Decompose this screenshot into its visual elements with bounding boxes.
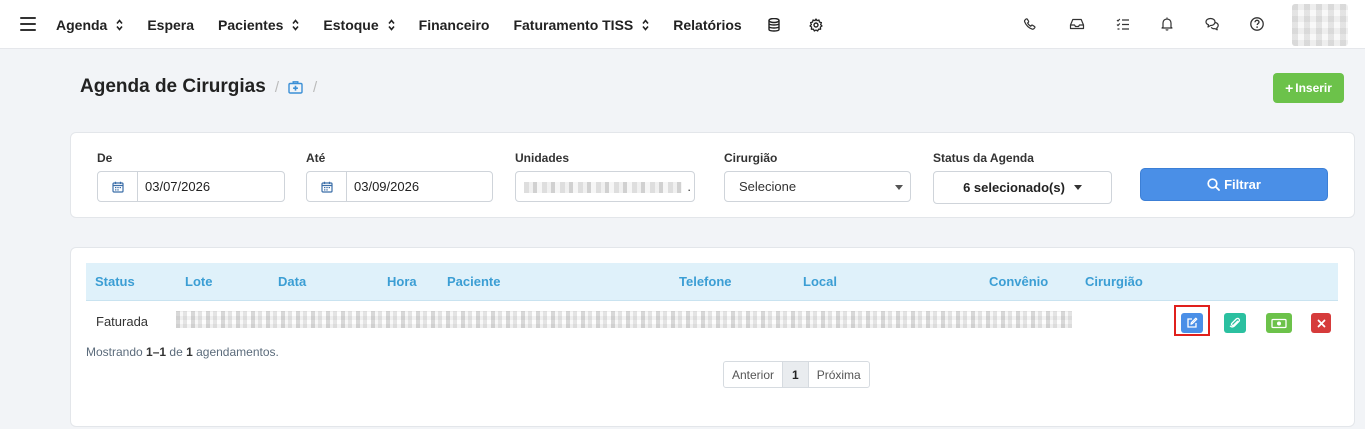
pager-next[interactable]: Próxima (809, 362, 869, 387)
help-icon[interactable] (1249, 16, 1265, 32)
nav-espera-label: Espera (147, 16, 195, 33)
ate-date-field[interactable]: 03/09/2026 (306, 171, 493, 202)
table-row[interactable]: Faturada (86, 302, 1338, 342)
search-icon (1207, 178, 1220, 191)
results-panel: Status Lote Data Hora Paciente Telefone … (70, 247, 1355, 427)
breadcrumb-separator: / (274, 78, 279, 96)
nav-relatorios-label: Relatórios (673, 16, 742, 33)
status-agenda-label: Status da Agenda (933, 151, 1034, 165)
summary-prefix: Mostrando (86, 345, 147, 359)
checklist-icon[interactable] (1115, 16, 1131, 32)
chevron-updown-icon (116, 18, 123, 31)
de-label: De (97, 151, 113, 165)
summary-suffix: agendamentos. (192, 345, 279, 359)
phone-icon[interactable] (1022, 16, 1038, 32)
close-icon[interactable] (1311, 313, 1331, 333)
col-hora[interactable]: Hora (387, 274, 417, 289)
nav-financeiro-label: Financeiro (418, 16, 490, 33)
de-date-field[interactable]: 03/07/2026 (97, 171, 285, 202)
col-local[interactable]: Local (803, 274, 837, 289)
pager-prev[interactable]: Anterior (724, 362, 782, 387)
col-status[interactable]: Status (95, 274, 135, 289)
inbox-icon[interactable] (1069, 16, 1085, 32)
redacted-row-data (176, 311, 1072, 328)
nav-financeiro[interactable]: Financeiro (419, 17, 490, 33)
filter-button[interactable]: Filtrar (1140, 168, 1328, 201)
cirurgiao-select-value: Selecione (739, 179, 797, 194)
unidades-field[interactable]: . (515, 171, 695, 202)
attach-icon[interactable] (1224, 313, 1246, 333)
col-paciente[interactable]: Paciente (447, 274, 500, 289)
nav-espera[interactable]: Espera (147, 17, 194, 33)
cirurgiao-select[interactable]: Selecione (724, 171, 911, 202)
col-telefone[interactable]: Telefone (679, 274, 732, 289)
table-header: Status Lote Data Hora Paciente Telefone … (86, 263, 1338, 301)
nav-agenda-label: Agenda (56, 16, 108, 33)
chevron-updown-icon (388, 18, 395, 31)
page-header: Agenda de Cirurgias / / (80, 76, 326, 98)
summary-range: 1–1 (146, 345, 167, 359)
top-navbar: Agenda Espera Pacientes Estoque Financei… (0, 0, 1365, 49)
nav-faturamento-tiss[interactable]: Faturamento TISS (513, 17, 649, 33)
money-icon[interactable] (1266, 313, 1292, 333)
hamburger-menu-icon[interactable] (20, 17, 36, 31)
edit-icon[interactable] (1181, 313, 1203, 333)
unidades-trailing: . (687, 179, 691, 194)
summary-mid: de (166, 345, 187, 359)
nav-relatorios[interactable]: Relatórios (673, 17, 741, 33)
filter-button-label: Filtrar (1224, 177, 1261, 192)
row-status: Faturada (96, 314, 149, 329)
col-data[interactable]: Data (278, 274, 306, 289)
nav-agenda[interactable]: Agenda (56, 17, 123, 33)
gear-icon[interactable] (808, 17, 824, 33)
caret-down-icon (895, 185, 903, 190)
calendar-icon[interactable] (98, 172, 138, 201)
summary-total: 1 (186, 345, 193, 359)
unidades-label: Unidades (515, 151, 570, 165)
nav-estoque-label: Estoque (323, 16, 379, 33)
status-agenda-multiselect[interactable]: 6 selecionado(s) (933, 171, 1112, 204)
caret-down-icon (1073, 185, 1082, 190)
insert-button[interactable]: + Inserir (1273, 73, 1344, 103)
de-date-value: 03/07/2026 (145, 179, 211, 194)
redacted-text (524, 182, 682, 193)
insert-button-label: Inserir (1295, 81, 1332, 95)
pagination: Anterior 1 Próxima (723, 361, 870, 388)
medical-briefcase-icon[interactable] (288, 79, 304, 95)
chevron-updown-icon (642, 18, 649, 31)
pager-current[interactable]: 1 (782, 362, 809, 387)
chat-icon[interactable] (1204, 16, 1220, 32)
col-lote[interactable]: Lote (185, 274, 212, 289)
col-convenio[interactable]: Convênio (989, 274, 1048, 289)
database-icon[interactable] (766, 17, 782, 33)
page-title: Agenda de Cirurgias (80, 76, 266, 97)
cirurgiao-label: Cirurgião (724, 151, 778, 165)
plus-icon: + (1285, 80, 1294, 96)
breadcrumb-separator: / (313, 78, 318, 96)
filter-panel: De 03/07/2026 Até 03/09/2026 Unidades . … (70, 132, 1355, 218)
nav-pacientes-label: Pacientes (218, 16, 284, 33)
col-cirurgiao[interactable]: Cirurgião (1085, 274, 1143, 289)
chevron-updown-icon (292, 18, 300, 31)
user-avatar[interactable] (1292, 4, 1348, 46)
ate-label: Até (306, 151, 326, 165)
ate-date-value: 03/09/2026 (354, 179, 420, 194)
nav-estoque[interactable]: Estoque (323, 16, 395, 33)
nav-pacientes[interactable]: Pacientes (218, 16, 300, 33)
bell-icon[interactable] (1159, 16, 1175, 32)
calendar-icon[interactable] (307, 172, 347, 201)
status-agenda-value: 6 selecionado(s) (963, 180, 1065, 195)
main-nav: Agenda Espera Pacientes Estoque Financei… (56, 0, 850, 49)
results-summary: Mostrando 1–1 de 1 agendamentos. (86, 345, 279, 359)
nav-faturamento-label: Faturamento TISS (513, 16, 634, 33)
